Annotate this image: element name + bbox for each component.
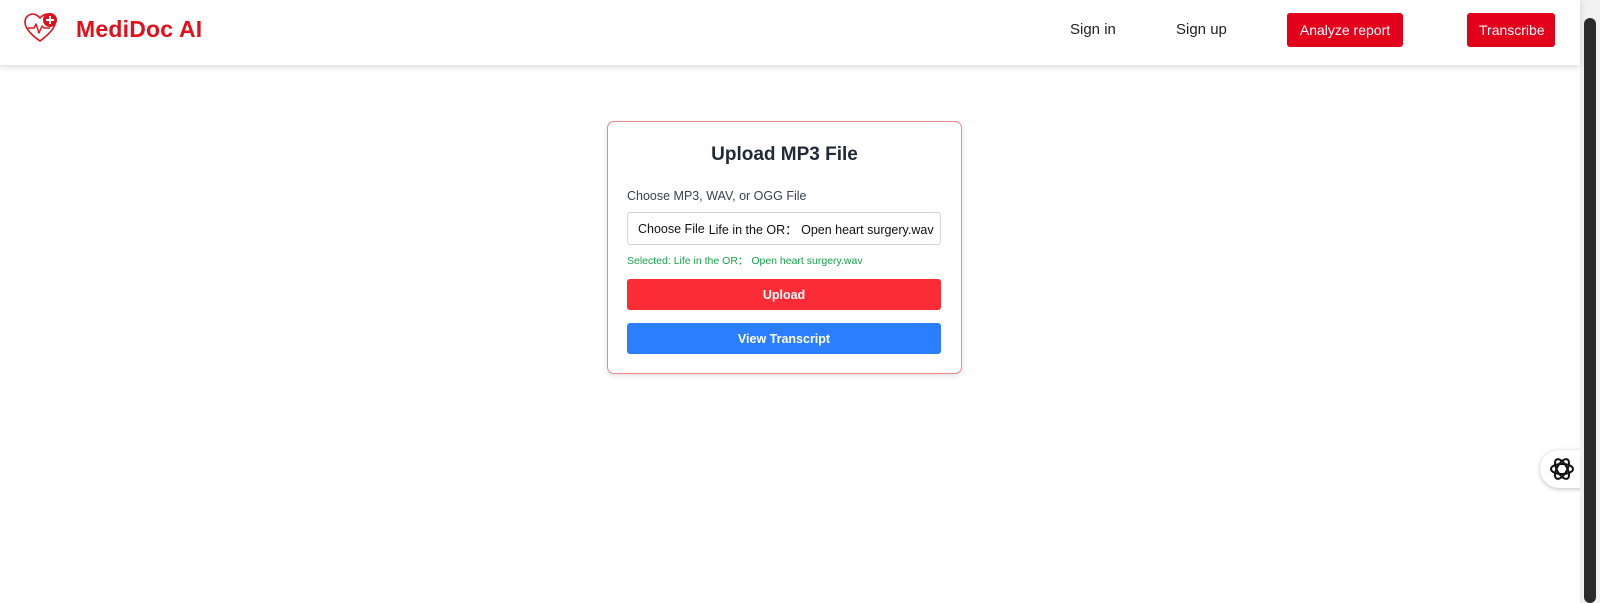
scrollbar-thumb[interactable] — [1584, 18, 1596, 603]
brand-name[interactable]: MediDoc AI — [76, 16, 202, 43]
transcribe-button[interactable]: Transcribe — [1467, 13, 1555, 47]
file-input-label: Choose MP3, WAV, or OGG File — [627, 189, 807, 203]
analyze-report-button[interactable]: Analyze report — [1287, 13, 1403, 47]
heart-pulse-plus-icon — [24, 13, 57, 42]
sign-up-link[interactable]: Sign up — [1176, 21, 1227, 38]
selected-file-status: Selected: Life in the OR： Open heart sur… — [627, 255, 863, 267]
upload-button[interactable]: Upload — [627, 279, 941, 310]
navbar: MediDoc AI Sign in Sign up Analyze repor… — [0, 0, 1580, 65]
upload-card: Upload MP3 File Choose MP3, WAV, or OGG … — [607, 121, 962, 374]
sign-in-link[interactable]: Sign in — [1070, 21, 1116, 38]
selected-file-name: Life in the OR： Open heart surgery.wav — [708, 223, 934, 237]
upload-card-title: Upload MP3 File — [711, 144, 858, 165]
view-transcript-button[interactable]: View Transcript — [627, 323, 941, 354]
assistant-widget-button[interactable] — [1540, 450, 1584, 488]
assistant-knot-icon — [1550, 458, 1574, 480]
file-input[interactable]: Choose File Life in the OR： Open heart s… — [627, 212, 941, 245]
choose-file-button[interactable]: Choose File — [638, 222, 705, 236]
